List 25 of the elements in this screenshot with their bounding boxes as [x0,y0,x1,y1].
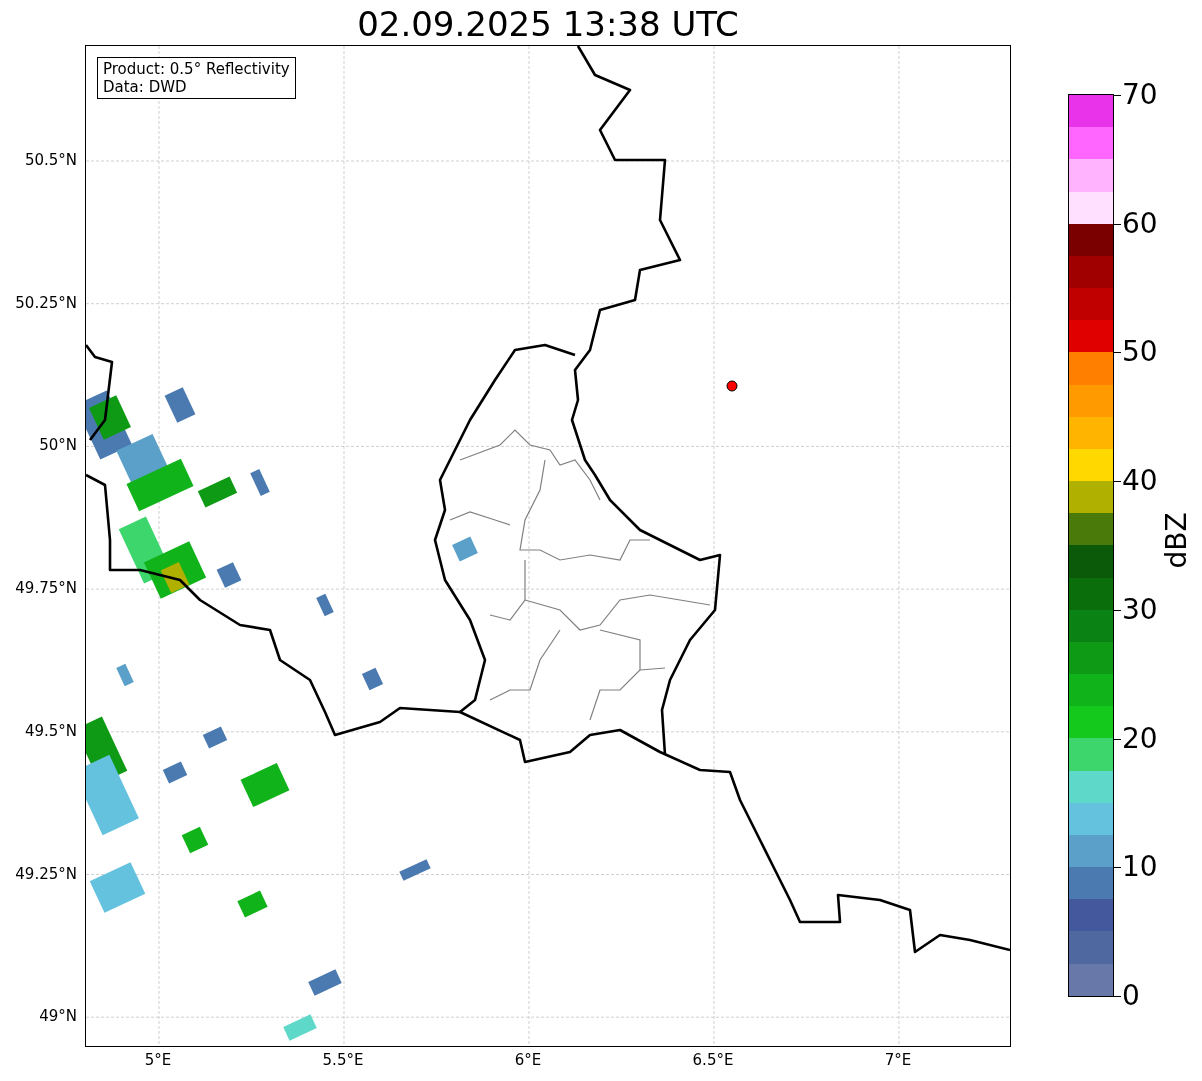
colorbar-tick-label: 10 [1122,852,1158,883]
latitude-label: 49.5°N [24,721,77,740]
longitude-label: 6°E [514,1051,542,1069]
latitude-label: 50.25°N [15,293,77,312]
colorbar-tick-label: 40 [1122,466,1158,497]
colorbar-tick-label: 60 [1122,208,1158,239]
latitude-label: 49.75°N [15,579,77,598]
chart-title: 02.09.2025 13:38 UTC [356,4,740,44]
colorbar-tick-label: 70 [1122,80,1158,110]
longitude-label: 6.5°E [692,1051,734,1069]
radar-site-marker [726,380,738,392]
longitude-label: 5°E [144,1051,172,1069]
colorbar-label: dBZ [1159,512,1193,569]
latitude-label: 49.25°N [15,864,77,883]
info-text: Data: DWD [103,78,188,96]
colorbar-tick-label: 0 [1122,981,1140,1011]
colorbar-tick-label: 30 [1122,594,1158,625]
latitude-label: 49°N [39,1007,77,1026]
latitude-label: 50.5°N [24,151,77,169]
longitude-label: 7°E [884,1051,912,1069]
colorbar-tick-label: 20 [1122,723,1158,754]
info-text: Product: 0.5° Reflectivity [103,60,290,78]
latitude-label: 50°N [39,436,77,455]
colorbar-tick-label: 50 [1122,337,1158,368]
longitude-label: 5.5°E [322,1051,364,1069]
